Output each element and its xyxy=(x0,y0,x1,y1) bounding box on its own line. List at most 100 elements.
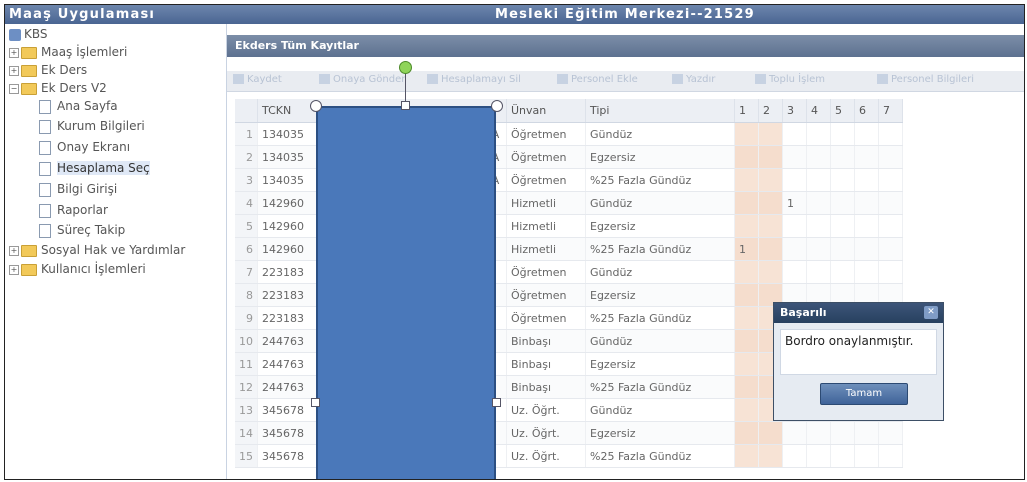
cell-tipi[interactable]: Gündüz xyxy=(585,329,735,353)
cell-unvan[interactable]: Öğretmen xyxy=(506,283,586,307)
cell-tipi[interactable]: %25 Fazla Gündüz xyxy=(585,237,735,261)
cell-day-2[interactable] xyxy=(758,421,783,445)
cell-day-5[interactable] xyxy=(830,168,855,192)
row-number[interactable]: 5 xyxy=(235,214,258,238)
cell-day-4[interactable] xyxy=(806,122,831,146)
cell-tipi[interactable]: Egzersiz xyxy=(585,352,735,376)
cell-day-1[interactable] xyxy=(734,375,759,399)
cell-unvan[interactable]: Binbaşı xyxy=(506,352,586,376)
tree-item-bilgi-girisi[interactable]: Bilgi Girişi xyxy=(39,181,117,198)
cell-day-5[interactable] xyxy=(830,260,855,284)
cell-day-1[interactable] xyxy=(734,352,759,376)
cell-day-2[interactable] xyxy=(758,168,783,192)
cell-day-2[interactable] xyxy=(758,214,783,238)
tree-item-maas-islemleri[interactable]: + Maaş İşlemleri xyxy=(9,44,127,61)
tree-item-ek-ders[interactable]: + Ek Ders xyxy=(9,62,87,79)
cell-day-1[interactable] xyxy=(734,145,759,169)
cell-day-5[interactable] xyxy=(830,214,855,238)
cell-tipi[interactable]: Gündüz xyxy=(585,122,735,146)
cell-day-7[interactable] xyxy=(878,214,903,238)
cell-day-3[interactable] xyxy=(782,237,807,261)
row-number[interactable]: 14 xyxy=(235,421,258,445)
resize-handle-left[interactable] xyxy=(311,398,320,407)
cell-unvan[interactable]: Binbaşı xyxy=(506,329,586,353)
row-number[interactable]: 6 xyxy=(235,237,258,261)
tree-item-sosyal-hak[interactable]: + Sosyal Hak ve Yardımlar xyxy=(9,242,185,259)
cell-tipi[interactable]: %25 Fazla Gündüz xyxy=(585,444,735,468)
cell-day-7[interactable] xyxy=(878,260,903,284)
row-number[interactable]: 13 xyxy=(235,398,258,422)
toolbar-bulk-button[interactable]: Toplu İşlem xyxy=(755,74,825,85)
expand-icon[interactable]: + xyxy=(9,47,19,58)
cell-day-1[interactable] xyxy=(734,283,759,307)
tree-item-hesaplama-sec[interactable]: Hesaplama Seç xyxy=(39,160,150,177)
cell-day-3[interactable] xyxy=(782,168,807,192)
cell-tipi[interactable]: %25 Fazla Gündüz xyxy=(585,375,735,399)
cell-day-5[interactable] xyxy=(830,237,855,261)
column-header-day-2[interactable]: 2 xyxy=(758,99,783,123)
row-number[interactable]: 7 xyxy=(235,260,258,284)
cell-day-4[interactable] xyxy=(806,421,831,445)
cell-day-4[interactable] xyxy=(806,168,831,192)
cell-day-4[interactable] xyxy=(806,237,831,261)
cell-day-7[interactable] xyxy=(878,444,903,468)
cell-day-7[interactable] xyxy=(878,421,903,445)
cell-day-6[interactable] xyxy=(854,168,879,192)
cell-day-5[interactable] xyxy=(830,421,855,445)
cell-unvan[interactable]: Öğretmen xyxy=(506,260,586,284)
cell-day-6[interactable] xyxy=(854,191,879,215)
cell-day-1[interactable] xyxy=(734,260,759,284)
cell-day-1[interactable] xyxy=(734,444,759,468)
cell-day-4[interactable] xyxy=(806,260,831,284)
tree-root-kbs[interactable]: KBS xyxy=(9,26,48,43)
cell-day-3[interactable] xyxy=(782,145,807,169)
cell-day-5[interactable] xyxy=(830,145,855,169)
cell-day-6[interactable] xyxy=(854,444,879,468)
cell-day-2[interactable] xyxy=(758,191,783,215)
cell-tipi[interactable]: %25 Fazla Gündüz xyxy=(585,168,735,192)
cell-unvan[interactable]: Uz. Öğrt. xyxy=(506,398,586,422)
cell-day-3[interactable] xyxy=(782,122,807,146)
row-number[interactable]: 1 xyxy=(235,122,258,146)
cell-day-2[interactable] xyxy=(758,237,783,261)
cell-day-5[interactable] xyxy=(830,444,855,468)
cell-day-6[interactable] xyxy=(854,145,879,169)
resize-handle-top[interactable] xyxy=(401,101,410,110)
cell-tipi[interactable]: Egzersiz xyxy=(585,145,735,169)
cell-tipi[interactable]: Egzersiz xyxy=(585,283,735,307)
cell-day-1[interactable] xyxy=(734,306,759,330)
cell-unvan[interactable]: Hizmetli xyxy=(506,237,586,261)
cell-day-2[interactable] xyxy=(758,444,783,468)
row-number[interactable]: 3 xyxy=(235,168,258,192)
resize-handle-top-left[interactable] xyxy=(310,100,322,112)
cell-unvan[interactable]: Öğretmen xyxy=(506,145,586,169)
cell-tipi[interactable]: %25 Fazla Gündüz xyxy=(585,306,735,330)
row-number[interactable]: 2 xyxy=(235,145,258,169)
toolbar-add-button[interactable]: Personel Ekle xyxy=(557,74,638,85)
cell-day-1[interactable] xyxy=(734,214,759,238)
cell-day-6[interactable] xyxy=(854,421,879,445)
selected-shape-overlay[interactable] xyxy=(316,106,496,479)
cell-day-6[interactable] xyxy=(854,260,879,284)
tree-item-kurum-bilgileri[interactable]: Kurum Bilgileri xyxy=(39,118,145,135)
cell-day-5[interactable] xyxy=(830,191,855,215)
cell-unvan[interactable]: Öğretmen xyxy=(506,306,586,330)
cell-day-7[interactable] xyxy=(878,122,903,146)
tree-item-ana-sayfa[interactable]: Ana Sayfa xyxy=(39,98,118,115)
cell-day-2[interactable] xyxy=(758,145,783,169)
cell-day-7[interactable] xyxy=(878,168,903,192)
cell-day-1[interactable] xyxy=(734,398,759,422)
toolbar-print-button[interactable]: Yazdır xyxy=(672,74,715,85)
column-header-day-4[interactable]: 4 xyxy=(806,99,831,123)
tree-item-ek-ders-v2[interactable]: − Ek Ders V2 xyxy=(9,80,107,97)
cell-day-3[interactable] xyxy=(782,214,807,238)
row-number[interactable]: 15 xyxy=(235,444,258,468)
row-number[interactable]: 10 xyxy=(235,329,258,353)
cell-unvan[interactable]: Öğretmen xyxy=(506,168,586,192)
resize-handle-right[interactable] xyxy=(492,398,501,407)
tree-item-onay-ekrani[interactable]: Onay Ekranı xyxy=(39,139,130,156)
cell-unvan[interactable]: Uz. Öğrt. xyxy=(506,444,586,468)
column-header-day-5[interactable]: 5 xyxy=(830,99,855,123)
cell-tipi[interactable]: Gündüz xyxy=(585,398,735,422)
cell-tipi[interactable]: Gündüz xyxy=(585,260,735,284)
